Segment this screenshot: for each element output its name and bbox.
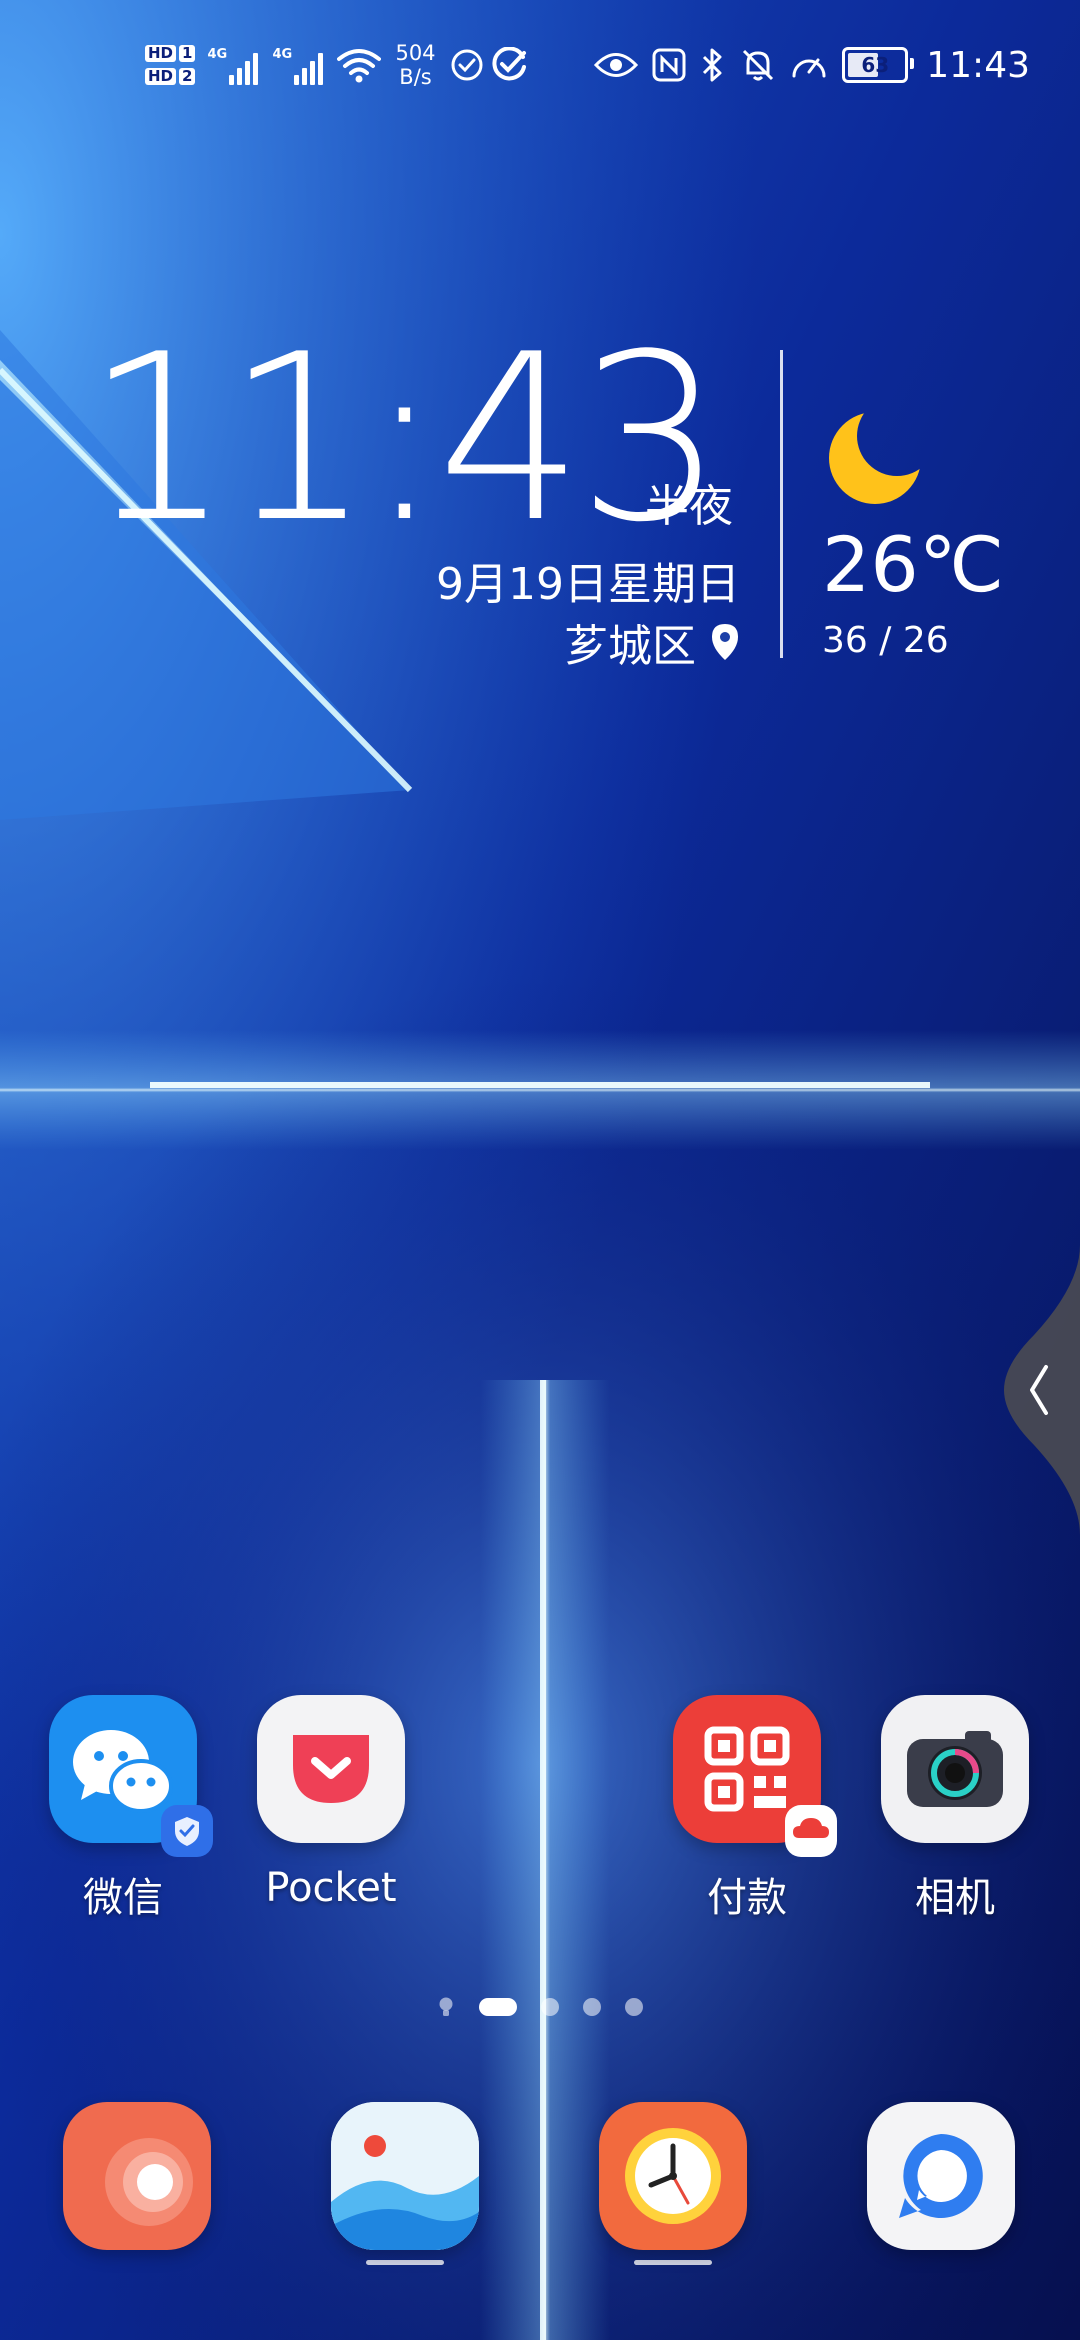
- app-label: 付款: [707, 1875, 787, 1921]
- signal-bars-icon: [294, 53, 324, 85]
- hd-sim2-num: 2: [179, 68, 196, 85]
- app-label: Pocket: [265, 1865, 397, 1911]
- running-indicator: [634, 2260, 712, 2265]
- status-bar: HD 1 HD 2 4G 4G 504 B/s 63 11:43: [0, 0, 1080, 130]
- clock-period: 半夜: [645, 481, 733, 532]
- clock-app-icon[interactable]: [599, 2102, 747, 2250]
- status-bar-time: 11:43: [926, 44, 1030, 86]
- dock-app-messages[interactable]: [867, 2102, 1015, 2250]
- widget-divider: [780, 350, 783, 658]
- side-panel-handle[interactable]: [1004, 1245, 1080, 1535]
- app-wechat[interactable]: 微信: [23, 1695, 223, 1923]
- hd-sim2-label: HD: [145, 68, 177, 85]
- page-indicator[interactable]: [0, 1995, 1080, 2019]
- weather-temperature[interactable]: 26℃: [822, 520, 1004, 609]
- network-type-sim1: 4G: [207, 47, 228, 62]
- camera-icon[interactable]: [881, 1695, 1029, 1843]
- bluetooth-icon: [703, 48, 722, 82]
- clock-date[interactable]: 9月19日星期日: [436, 548, 740, 612]
- check-circle-icon: [451, 49, 483, 81]
- pocket-icon[interactable]: [257, 1695, 405, 1843]
- battery-percent: 63: [861, 53, 890, 77]
- page-dot-1[interactable]: [479, 1998, 517, 2016]
- network-type-sim2: 4G: [272, 47, 293, 62]
- status-bar-right: 63 11:43: [594, 30, 1030, 100]
- moon-icon[interactable]: [825, 400, 935, 510]
- qr-payment-icon[interactable]: [673, 1695, 837, 1857]
- app-label: 微信: [83, 1875, 163, 1921]
- hd-sim2: HD 2: [145, 68, 196, 85]
- location-name: 芗城区: [564, 621, 696, 672]
- battery-indicator: 63: [842, 47, 915, 83]
- gallery-icon[interactable]: [331, 2102, 479, 2250]
- swirl-icon: [105, 2138, 193, 2226]
- hd-sim1: HD 1: [145, 45, 196, 62]
- bell-mute-icon: [743, 49, 774, 81]
- eye-icon: [594, 53, 639, 77]
- orange-swirl-app-icon[interactable]: [63, 2102, 211, 2250]
- home-screen: HD 1 HD 2 4G 4G 504 B/s 63 11:43 11:43 半…: [0, 0, 1080, 2340]
- clock-time[interactable]: 11:43: [85, 325, 724, 555]
- lightbulb-icon[interactable]: [437, 1996, 455, 2018]
- hd-sim1-label: HD: [145, 45, 177, 62]
- app-pocket[interactable]: Pocket: [231, 1695, 431, 1911]
- app-label: 相机: [915, 1875, 995, 1921]
- check-circle-bold-icon: [491, 47, 526, 81]
- qr-code-icon: [704, 1726, 790, 1812]
- security-shield-badge-icon: [161, 1805, 213, 1857]
- running-indicator: [366, 2260, 444, 2265]
- chat-bubble-app-icon[interactable]: [867, 2102, 1015, 2250]
- hd-indicators: HD 1 HD 2: [145, 45, 196, 85]
- dock-app-gallery[interactable]: [331, 2102, 479, 2265]
- location-pin-icon: [712, 624, 738, 660]
- clock-location[interactable]: 芗城区: [564, 610, 740, 674]
- signal-sim1: 4G: [207, 45, 259, 85]
- network-speed: 504 B/s: [395, 41, 435, 89]
- chat-bubble-icon: [899, 2134, 983, 2218]
- wechat-bubbles-icon: [73, 1730, 173, 1813]
- weather-range: 36 / 26: [822, 620, 949, 661]
- nfc-icon: [652, 48, 686, 82]
- landscape-icon: [331, 2102, 479, 2250]
- page-dot-2[interactable]: [541, 1998, 559, 2016]
- wechat-icon[interactable]: [49, 1695, 213, 1857]
- dock-app-clock[interactable]: [599, 2102, 747, 2265]
- app-camera[interactable]: 相机: [855, 1695, 1055, 1923]
- status-bar-left: HD 1 HD 2 4G 4G 504 B/s: [145, 30, 530, 100]
- dock-app-1[interactable]: [63, 2102, 211, 2250]
- pocket-logo-icon: [293, 1735, 369, 1803]
- wifi-icon: [337, 49, 382, 83]
- app-payment[interactable]: 付款: [647, 1695, 847, 1923]
- page-dot-4[interactable]: [625, 1998, 643, 2016]
- signal-sim2: 4G: [272, 45, 324, 85]
- speedometer-icon: [792, 58, 826, 78]
- camera-lens-icon: [907, 1731, 1003, 1807]
- union-pay-badge-icon: [785, 1805, 837, 1857]
- page-dot-3[interactable]: [583, 1998, 601, 2016]
- signal-bars-icon: [229, 53, 259, 85]
- network-speed-unit: B/s: [399, 65, 432, 89]
- analog-clock-icon: [625, 2128, 721, 2224]
- network-speed-value: 504: [395, 41, 436, 65]
- hd-sim1-num: 1: [179, 45, 196, 62]
